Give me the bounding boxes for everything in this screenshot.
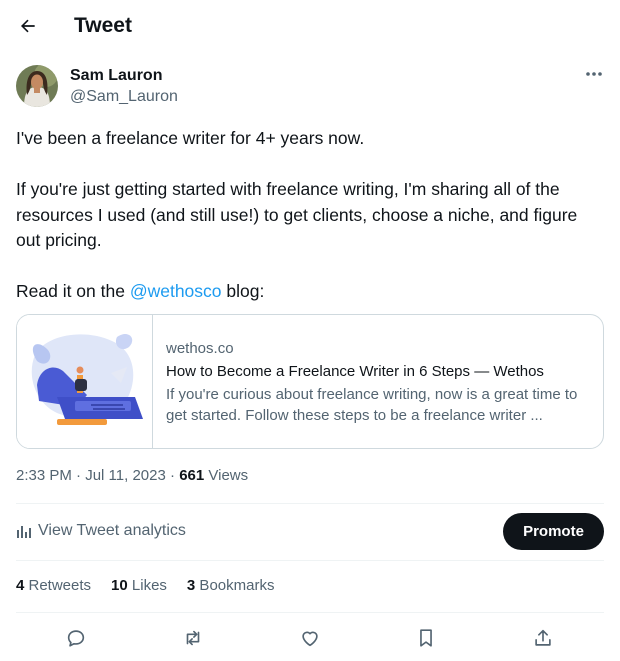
like-icon — [302, 631, 318, 647]
reply-button[interactable] — [62, 624, 90, 652]
views-label: Views — [204, 467, 249, 484]
promote-button[interactable]: Promote — [503, 513, 604, 550]
arrow-left-icon — [21, 19, 35, 33]
bookmarks-stat[interactable]: 3 Bookmarks — [187, 576, 275, 596]
page-title: Tweet — [74, 14, 132, 37]
mention-link[interactable]: @wethosco — [130, 281, 222, 301]
card-thumbnail — [17, 315, 153, 448]
likes-count: 10 — [111, 577, 128, 594]
card-title: How to Become a Freelance Writer in 6 St… — [166, 363, 544, 380]
card-description: If you're curious about freelance writin… — [166, 386, 578, 424]
meta-separator: · — [71, 467, 86, 484]
tweet-text-tail: blog: — [221, 281, 265, 301]
reply-icon — [67, 630, 85, 647]
bookmark-icon — [420, 629, 432, 647]
divider — [16, 503, 604, 504]
likes-stat[interactable]: 10 Likes — [111, 576, 167, 596]
bookmark-button[interactable] — [412, 624, 440, 652]
bookmarks-label: Bookmarks — [195, 577, 275, 594]
divider — [16, 560, 604, 561]
analytics-label: View Tweet analytics — [38, 522, 186, 539]
engagement-stats: 4 Retweets 10 Likes 3 Bookmarks — [16, 576, 274, 596]
link-card[interactable]: wethos.co How to Become a Freelance Writ… — [16, 314, 604, 449]
card-body: wethos.co How to Become a Freelance Writ… — [153, 315, 594, 448]
tweet-text-body: I've been a freelance writer for 4+ year… — [16, 128, 578, 301]
card-domain: wethos.co — [166, 340, 234, 357]
tweet-time[interactable]: 2:33 PM — [16, 467, 72, 484]
likes-label: Likes — [127, 577, 167, 594]
divider — [16, 612, 604, 613]
meta-separator: · — [165, 467, 180, 484]
more-icon — [586, 72, 602, 76]
retweet-button[interactable] — [179, 624, 207, 652]
back-button[interactable] — [14, 12, 42, 40]
bookmarks-count: 3 — [186, 577, 196, 594]
tweet-text: I've been a freelance writer for 4+ year… — [16, 126, 606, 305]
like-button[interactable] — [296, 624, 324, 652]
author-handle[interactable]: @Sam_Lauron — [70, 87, 178, 107]
avatar[interactable] — [16, 65, 58, 107]
retweets-stat[interactable]: 4 Retweets — [16, 576, 91, 596]
analytics-icon — [17, 526, 31, 538]
share-button[interactable] — [529, 624, 557, 652]
views-count: 661 — [179, 467, 205, 484]
tweet-meta: 2:33 PM · Jul 11, 2023 · 661 Views — [16, 466, 248, 486]
tweet-date[interactable]: Jul 11, 2023 — [85, 467, 166, 484]
author-name[interactable]: Sam Lauron — [70, 66, 162, 86]
view-analytics-link[interactable]: View Tweet analytics — [16, 520, 186, 542]
more-options-button[interactable] — [582, 64, 606, 84]
retweets-label: Retweets — [24, 577, 92, 594]
retweet-icon — [186, 630, 200, 646]
share-icon — [535, 629, 551, 646]
